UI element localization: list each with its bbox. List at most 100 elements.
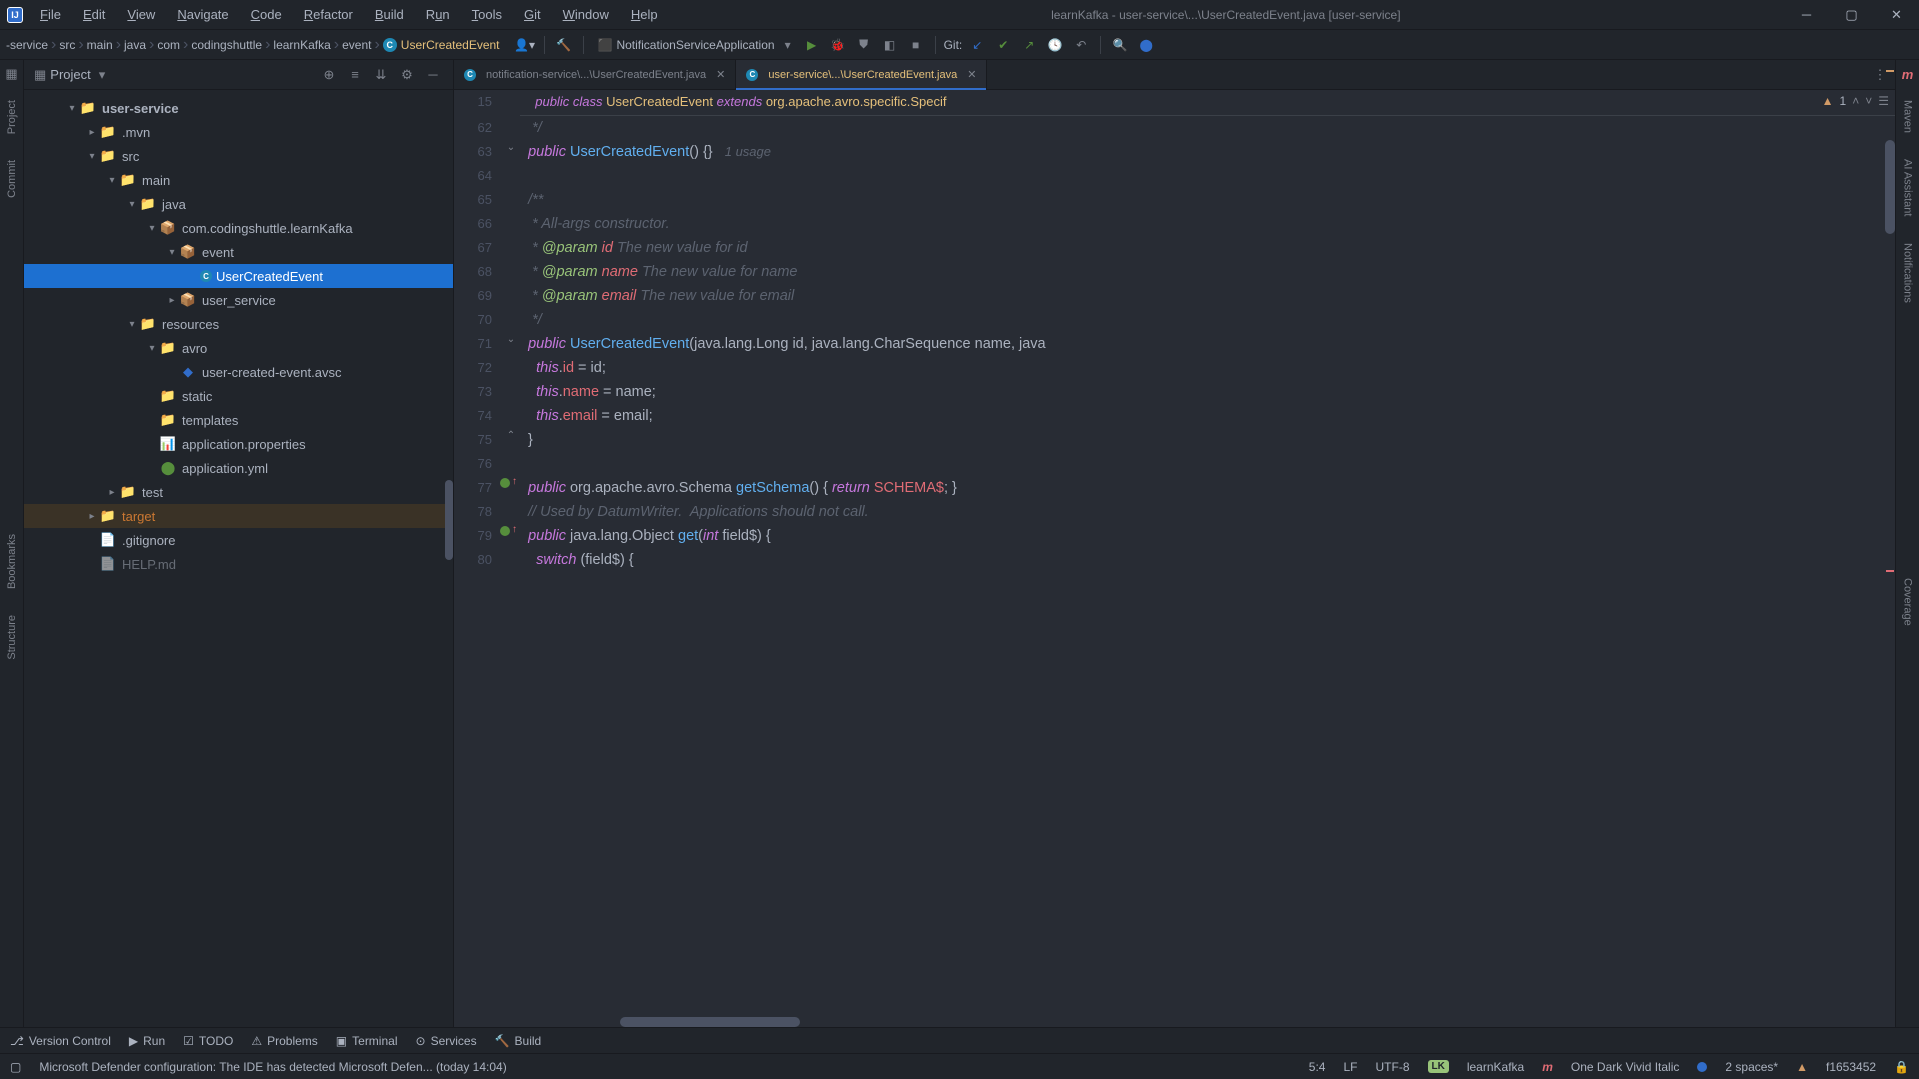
tree-userservice[interactable]: ▸📦user_service — [24, 288, 453, 312]
editor-tab-2[interactable]: Cuser-service\...\UserCreatedEvent.java … — [736, 60, 987, 89]
maven-icon[interactable]: m — [1900, 66, 1916, 82]
tool-bookmarks[interactable]: Bookmarks — [6, 526, 18, 597]
menu-edit[interactable]: Edit — [73, 3, 115, 26]
menu-navigate[interactable]: Navigate — [167, 3, 238, 26]
tool-notifications[interactable]: Notifications — [1902, 235, 1914, 311]
git-rollback-icon[interactable]: ↶ — [1070, 34, 1092, 56]
close-button[interactable]: ✕ — [1874, 0, 1919, 30]
stop-button[interactable]: ■ — [905, 34, 927, 56]
quick-list-icon[interactable]: ▢ — [10, 1060, 21, 1074]
tree-src[interactable]: ▾📁src — [24, 144, 453, 168]
hide-icon[interactable]: ─ — [423, 65, 443, 85]
tree-mvn[interactable]: ▸📁.mvn — [24, 120, 453, 144]
tree-static[interactable]: 📁static — [24, 384, 453, 408]
project-scrollbar[interactable] — [445, 480, 453, 560]
tree-appyml[interactable]: ⬤application.yml — [24, 456, 453, 480]
menu-window[interactable]: Window — [553, 3, 619, 26]
window-title: learnKafka - user-service\...\UserCreate… — [668, 8, 1784, 22]
tool-coverage[interactable]: Coverage — [1902, 570, 1914, 634]
right-tool-stripe: m Maven AI Assistant Notifications Cover… — [1895, 60, 1919, 1027]
tree-gitignore[interactable]: 📄.gitignore — [24, 528, 453, 552]
tree-target[interactable]: ▸📁target — [24, 504, 453, 528]
tool-ai[interactable]: AI Assistant — [1902, 151, 1914, 224]
tree-templates[interactable]: 📁templates — [24, 408, 453, 432]
run-button[interactable]: ▶ — [801, 34, 823, 56]
settings-icon[interactable]: ⚙ — [397, 65, 417, 85]
horizontal-scrollbar[interactable] — [620, 1017, 800, 1027]
memory-icon[interactable] — [1697, 1062, 1707, 1072]
build-icon[interactable]: 🔨 — [553, 34, 575, 56]
ide-settings-icon[interactable]: ⬤ — [1135, 34, 1157, 56]
debug-button[interactable]: 🐞 — [827, 34, 849, 56]
user-icon[interactable]: 👤▾ — [514, 34, 536, 56]
profile-button[interactable]: ◧ — [879, 34, 901, 56]
tree-main[interactable]: ▾📁main — [24, 168, 453, 192]
git-commit-icon[interactable]: ✔ — [992, 34, 1014, 56]
run-config-selector[interactable]: ⬛ NotificationServiceApplication ▾ — [592, 36, 797, 54]
tree-avro[interactable]: ▾📁avro — [24, 336, 453, 360]
project-name-status[interactable]: learnKafka — [1467, 1060, 1524, 1074]
expand-icon[interactable]: ≡ — [345, 65, 365, 85]
tool-structure[interactable]: Structure — [6, 607, 18, 668]
warning-icon: ▲ — [1796, 1060, 1808, 1074]
tree-test[interactable]: ▸📁test — [24, 480, 453, 504]
bb-vcs[interactable]: ⎇Version Control — [10, 1034, 111, 1048]
menu-view[interactable]: View — [117, 3, 165, 26]
bb-problems[interactable]: ⚠Problems — [251, 1034, 317, 1048]
bb-run[interactable]: ▶Run — [129, 1034, 165, 1048]
tree-root[interactable]: ▾📁user-service — [24, 96, 453, 120]
coverage-button[interactable]: ⛊ — [853, 34, 875, 56]
bb-services[interactable]: ⊙Services — [416, 1034, 477, 1048]
terminal-icon: ▣ — [336, 1034, 347, 1048]
editor-tab-1[interactable]: Cnotification-service\...\UserCreatedEve… — [454, 60, 736, 89]
line-separator[interactable]: LF — [1343, 1060, 1357, 1074]
cursor-position[interactable]: 5:4 — [1309, 1060, 1326, 1074]
locate-icon[interactable]: ⊕ — [319, 65, 339, 85]
fold-icon: ⌄ — [504, 332, 518, 346]
bb-terminal[interactable]: ▣Terminal — [336, 1034, 398, 1048]
menu-git[interactable]: Git — [514, 3, 551, 26]
theme-name[interactable]: One Dark Vivid Italic — [1571, 1060, 1680, 1074]
git-push-icon[interactable]: ↗ — [1018, 34, 1040, 56]
menu-build[interactable]: Build — [365, 3, 414, 26]
close-icon[interactable]: ✕ — [967, 68, 976, 81]
tree-java[interactable]: ▾📁java — [24, 192, 453, 216]
inspection-widget[interactable]: ▲1 ˄ ˅ ☰ — [1822, 94, 1889, 108]
menu-file[interactable]: File — [30, 3, 71, 26]
menu-help[interactable]: Help — [621, 3, 668, 26]
project-tool-icon[interactable]: ▦ — [4, 66, 20, 82]
tree-avsc[interactable]: ◆user-created-event.avsc — [24, 360, 453, 384]
vertical-scrollbar[interactable] — [1885, 140, 1895, 234]
bb-todo[interactable]: ☑TODO — [183, 1034, 233, 1048]
tree-resources[interactable]: ▾📁resources — [24, 312, 453, 336]
editor-tabs-bar: Cnotification-service\...\UserCreatedEve… — [454, 60, 1895, 90]
search-icon[interactable]: 🔍 — [1109, 34, 1131, 56]
error-stripe[interactable] — [1885, 116, 1895, 1027]
project-badge: LK — [1428, 1060, 1449, 1073]
menu-code[interactable]: Code — [241, 3, 292, 26]
tree-event[interactable]: ▾📦event — [24, 240, 453, 264]
tool-commit[interactable]: Commit — [6, 152, 18, 206]
tool-maven[interactable]: Maven — [1902, 92, 1914, 141]
lock-icon[interactable]: 🔒 — [1894, 1060, 1909, 1074]
breadcrumb[interactable]: -service› src› main› java› com› codingsh… — [6, 36, 500, 54]
git-commit-hash[interactable]: f1653452 — [1826, 1060, 1876, 1074]
menu-tools[interactable]: Tools — [462, 3, 512, 26]
close-icon[interactable]: ✕ — [716, 68, 725, 81]
tool-project[interactable]: Project — [6, 92, 18, 142]
menu-run[interactable]: Run — [416, 3, 460, 26]
tree-help[interactable]: 📄HELP.md — [24, 552, 453, 576]
indent-info[interactable]: 2 spaces* — [1725, 1060, 1778, 1074]
menu-refactor[interactable]: Refactor — [294, 3, 363, 26]
git-history-icon[interactable]: 🕓 — [1044, 34, 1066, 56]
tree-usercreatedevent[interactable]: CUserCreatedEvent — [24, 264, 453, 288]
minimize-button[interactable]: ─ — [1784, 0, 1829, 30]
bb-build[interactable]: 🔨Build — [495, 1034, 542, 1048]
maximize-button[interactable]: ▢ — [1829, 0, 1874, 30]
tree-approps[interactable]: 📊application.properties — [24, 432, 453, 456]
file-encoding[interactable]: UTF-8 — [1376, 1060, 1410, 1074]
tree-pkg[interactable]: ▾📦com.codingshuttle.learnKafka — [24, 216, 453, 240]
collapse-icon[interactable]: ⇊ — [371, 65, 391, 85]
code-editor[interactable]: 626364 656667 686970 717273 747576 77787… — [454, 116, 1895, 1027]
git-pull-icon[interactable]: ↙ — [966, 34, 988, 56]
